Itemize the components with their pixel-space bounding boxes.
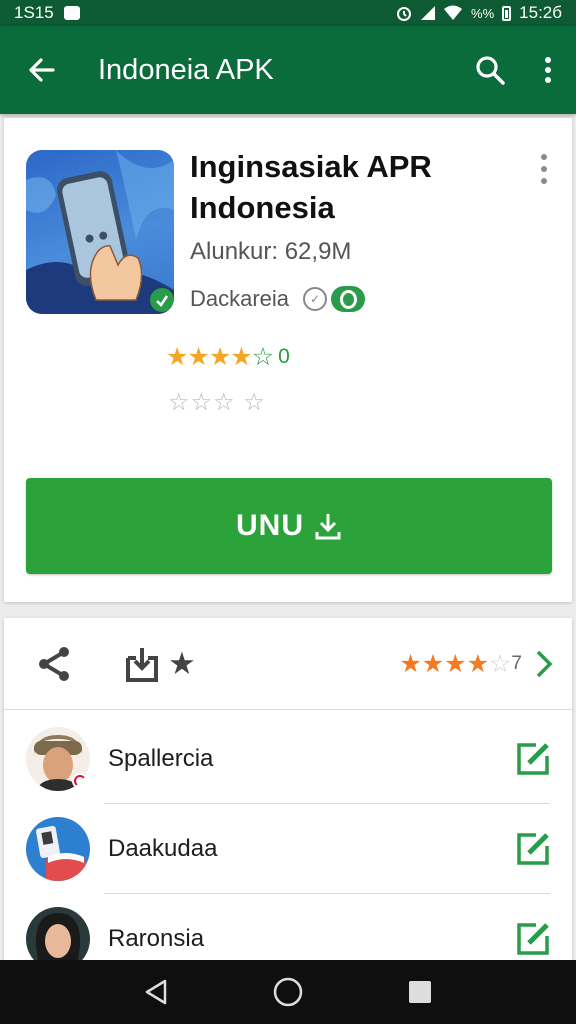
user-name: Spallercia [108, 745, 214, 772]
notification-icon [63, 6, 80, 20]
download-tray-button[interactable] [122, 644, 162, 684]
user-name: Daakudaa [108, 835, 218, 862]
overflow-menu-button[interactable] [520, 26, 576, 114]
developer-name[interactable]: Dackareia [190, 286, 289, 312]
install-button[interactable]: UNU [26, 478, 552, 574]
avatar [26, 817, 90, 881]
back-button[interactable] [0, 26, 82, 114]
rating-count: 7 [511, 652, 522, 674]
share-button[interactable] [36, 644, 76, 684]
app-bar: Indoneia APK [0, 26, 576, 114]
status-bar: 1S15 %% 15:2б [0, 0, 576, 26]
star-icon: ★ [421, 649, 445, 678]
ratings-chevron-button[interactable] [522, 618, 566, 710]
user-name: Raronsia [108, 925, 205, 952]
edit-icon [517, 923, 549, 955]
favorite-star-icon[interactable]: ★ [168, 646, 196, 682]
share-icon [39, 646, 69, 681]
list-item[interactable]: Spallercia [4, 714, 572, 804]
status-time-right: 15:2б [519, 3, 562, 22]
dot-icon [541, 166, 547, 172]
star-icon: ★ [399, 649, 422, 678]
battery-percent: %% [471, 5, 495, 21]
star-icon: ★ [166, 343, 189, 371]
search-icon [476, 56, 505, 85]
details-panel: ★ ★ ★ ★ ★ ☆ 7 Spallercia Daakudaa Rarons… [4, 618, 572, 978]
rate-this-stars[interactable]: ☆☆☆ ☆ [168, 388, 266, 417]
rating-summary[interactable]: ★ ★ ★ ★ ☆ 7 [399, 649, 522, 679]
back-triangle-icon [145, 979, 167, 1005]
avatar [26, 727, 90, 791]
status-time-left: 1S15 [14, 3, 54, 22]
wifi-icon [444, 5, 463, 20]
rating-stars: ★ ★ ★ ★ ☆ 0 [166, 342, 290, 372]
star-icon: ★ [466, 649, 489, 678]
edit-button[interactable] [514, 740, 552, 778]
app-icon[interactable] [26, 150, 174, 314]
chevron-right-icon [536, 650, 553, 677]
battery-icon [502, 5, 512, 21]
signal-icon [421, 6, 436, 20]
star-outline-icon: ☆ [251, 343, 275, 371]
install-label: UNU [236, 509, 304, 542]
card-overflow-button[interactable] [530, 154, 558, 194]
search-button[interactable] [460, 26, 520, 114]
edit-icon [517, 743, 549, 775]
edit-button[interactable] [514, 830, 552, 868]
more-vert-icon [545, 57, 551, 83]
app-title: Inginsasiak APR Indonesia [190, 149, 432, 225]
back-arrow-icon [29, 58, 55, 82]
nav-recents-button[interactable] [396, 968, 444, 1016]
app-detail-card: Inginsasiak APR Indonesia Alunkur: 62,9M… [4, 118, 572, 602]
home-circle-icon [273, 977, 303, 1007]
star-icon: ★ [208, 343, 232, 371]
system-nav-bar [0, 960, 576, 1024]
star-outline-icon: ☆ [489, 649, 512, 678]
rating-value: 0 [278, 345, 290, 368]
phone-in-hand-icon [26, 150, 174, 314]
edit-icon [517, 833, 549, 865]
action-row: ★ ★ ★ ★ ★ ☆ 7 [4, 618, 572, 710]
person-avatar-icon [34, 735, 88, 791]
dot-icon [541, 178, 547, 184]
recents-square-icon [409, 981, 431, 1003]
alarm-icon [397, 7, 412, 21]
edit-button[interactable] [514, 920, 552, 958]
download-icon [315, 514, 341, 540]
toggle-icon[interactable] [331, 286, 366, 312]
star-icon: ★ [444, 649, 467, 678]
verified-circle-icon: ✓ [303, 287, 328, 311]
star-icon: ★ [230, 343, 253, 371]
dot-icon [541, 154, 547, 160]
nav-back-button[interactable] [132, 968, 180, 1016]
nav-home-button[interactable] [264, 968, 312, 1016]
download-tray-icon [126, 647, 158, 682]
star-icon: ★ [187, 343, 210, 371]
developer-row: Dackareia ✓ [190, 286, 366, 312]
list-item[interactable]: Daakudaa [4, 804, 572, 894]
device-avatar-icon [36, 825, 86, 881]
app-size: Alunkur: 62,9M [190, 238, 352, 265]
app-bar-title: Indoneia APK [98, 53, 274, 86]
